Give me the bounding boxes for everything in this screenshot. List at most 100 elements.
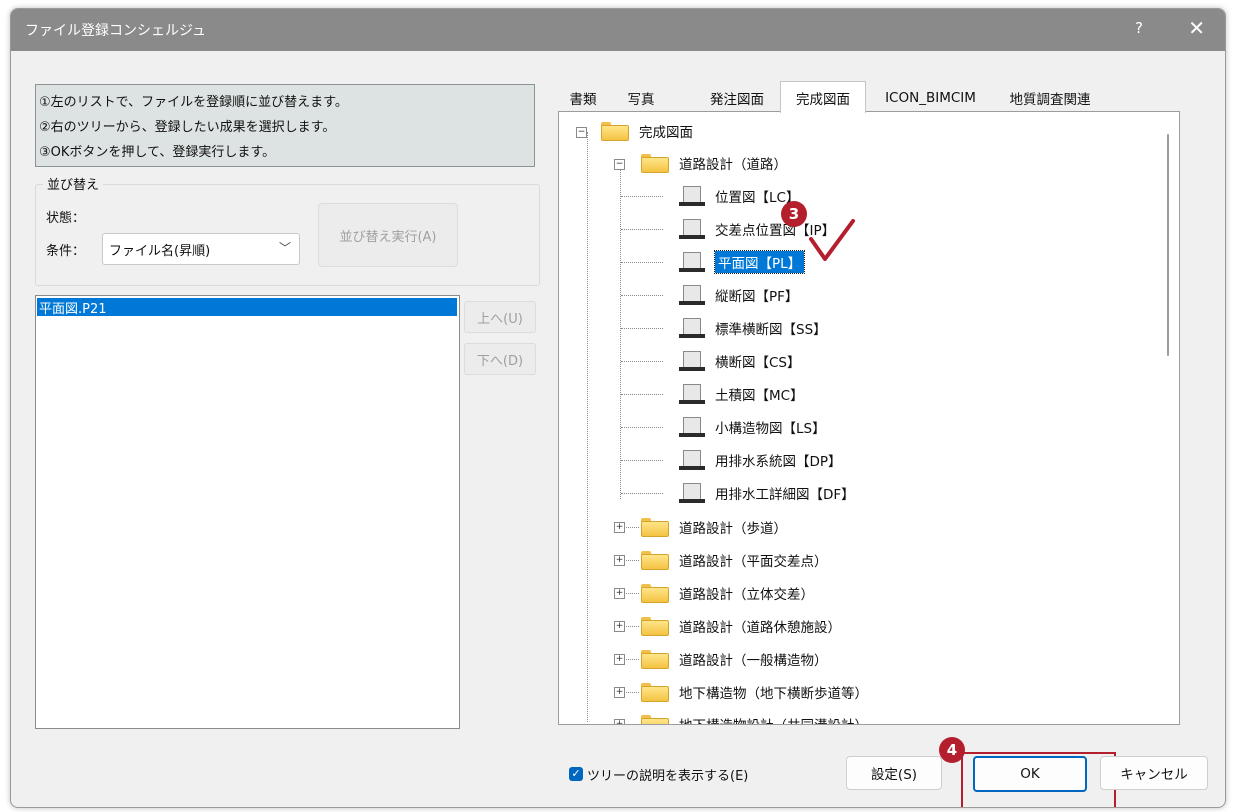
- tree-line: [587, 132, 588, 722]
- tree-node-folder[interactable]: 地下構造物（地下横断歩道等）: [639, 679, 868, 705]
- tree-node-label: 道路設計（道路休憩施設）: [679, 620, 841, 636]
- tree-node-folder[interactable]: 道路設計（歩道）: [639, 514, 787, 540]
- tree-line: [621, 361, 663, 362]
- tree-line: [621, 196, 663, 197]
- step-badge-4: 4: [939, 737, 965, 763]
- tree-node-label: 道路設計（平面交差点）: [679, 554, 828, 570]
- tree-node-folder[interactable]: 道路設計（一般構造物）: [639, 646, 828, 672]
- file-list[interactable]: 平面図.P21: [35, 295, 460, 729]
- tree-leaf[interactable]: 位置図【LC】: [677, 183, 799, 209]
- tree-leaf[interactable]: 縦断図【PF】: [677, 282, 798, 308]
- tree-line: [621, 229, 663, 230]
- drawing-icon: [677, 185, 707, 207]
- tree-node-folder[interactable]: 道路設計（立体交差）: [639, 580, 814, 606]
- tree-line: [621, 460, 663, 461]
- tab-documents[interactable]: 書類: [559, 85, 607, 111]
- show-description-checkbox[interactable]: ✓: [569, 767, 583, 781]
- drawing-icon: [677, 449, 707, 471]
- condition-select[interactable]: ファイル名(昇順) ﹀: [102, 233, 300, 265]
- folder-icon: [639, 649, 669, 669]
- tree-leaf-label: 標準横断図【SS】: [715, 322, 827, 338]
- drawing-icon: [677, 251, 707, 273]
- folder-icon: [599, 121, 629, 141]
- folder-icon: [639, 682, 669, 702]
- tree-line: [621, 262, 663, 263]
- ok-button[interactable]: OK: [973, 756, 1087, 792]
- expand-icon[interactable]: +: [614, 588, 625, 599]
- cancel-button[interactable]: キャンセル: [1100, 756, 1208, 790]
- instruction-3: ③OKボタンを押して、登録実行します。: [39, 145, 276, 160]
- expand-icon[interactable]: +: [614, 719, 625, 724]
- tree-leaf[interactable]: 用排水工詳細図【DF】: [677, 480, 855, 506]
- expand-icon[interactable]: +: [614, 621, 625, 632]
- tree-node-road-design[interactable]: 道路設計（道路）: [639, 150, 787, 176]
- tree-line: [621, 328, 663, 329]
- move-down-button[interactable]: 下へ(D): [464, 343, 536, 375]
- expand-icon[interactable]: +: [614, 687, 625, 698]
- sort-execute-button[interactable]: 並び替え実行(A): [318, 203, 458, 267]
- drawing-icon: [677, 416, 707, 438]
- tab-photos[interactable]: 写真: [617, 85, 665, 111]
- tree-panel: − 完成図面 − 道路設計（道路） 位置図【LC】 交差点位置図【IP】 平面図…: [558, 111, 1180, 725]
- tree-node-label: 地下構造物設計（共同溝設計）: [679, 714, 868, 724]
- tab-geological-survey[interactable]: 地質調査関連: [995, 85, 1105, 111]
- expand-icon[interactable]: +: [614, 555, 625, 566]
- tree-leaf-label: 土積図【MC】: [715, 388, 804, 404]
- tree-view[interactable]: − 完成図面 − 道路設計（道路） 位置図【LC】 交差点位置図【IP】 平面図…: [559, 112, 1159, 724]
- tree-leaf-label: 用排水工詳細図【DF】: [715, 487, 855, 503]
- tree-node-label: 道路設計（立体交差）: [679, 587, 814, 603]
- folder-icon: [639, 153, 669, 173]
- tree-line: [621, 427, 663, 428]
- expand-icon[interactable]: +: [614, 654, 625, 665]
- tab-icon-bimcim[interactable]: ICON_BIMCIM: [868, 85, 993, 111]
- tree-node-label: 道路設計（歩道）: [679, 521, 787, 537]
- collapse-icon[interactable]: −: [614, 159, 625, 170]
- instruction-1: ①左のリストで、ファイルを登録順に並び替えます。: [39, 95, 348, 110]
- condition-label: 条件：: [46, 244, 86, 259]
- dialog-window: ファイル登録コンシェルジュ ? ✕ ①左のリストで、ファイルを登録順に並び替えま…: [10, 8, 1226, 808]
- instructions-panel: ①左のリストで、ファイルを登録順に並び替えます。 ②右のツリーから、登録したい成…: [35, 84, 535, 167]
- move-up-button[interactable]: 上へ(U): [464, 301, 536, 333]
- tree-leaf-label: 平面図【PL】: [713, 250, 806, 274]
- tree-leaf[interactable]: 小構造物図【LS】: [677, 414, 826, 440]
- collapse-icon[interactable]: −: [576, 127, 587, 138]
- drawing-icon: [677, 350, 707, 372]
- settings-button[interactable]: 設定(S): [846, 756, 942, 790]
- folder-icon: [639, 583, 669, 603]
- tree-leaf-label: 縦断図【PF】: [715, 289, 799, 305]
- tree-node-label: 完成図面: [639, 125, 693, 141]
- tree-leaf[interactable]: 用排水系統図【DP】: [677, 447, 842, 473]
- check-mark-icon: [809, 219, 855, 261]
- tab-order-drawings[interactable]: 発注図面: [697, 85, 777, 111]
- tree-node-root[interactable]: 完成図面: [599, 118, 693, 144]
- status-label: 状態：: [46, 211, 86, 226]
- tree-node-label: 地下構造物（地下横断歩道等）: [679, 686, 868, 702]
- tree-leaf-label: 横断図【CS】: [715, 355, 801, 371]
- tree-line: [621, 295, 663, 296]
- tab-completed-drawings[interactable]: 完成図面: [780, 81, 866, 113]
- dialog-title: ファイル登録コンシェルジュ: [25, 23, 207, 39]
- instruction-2: ②右のツリーから、登録したい成果を選択します。: [39, 120, 336, 135]
- tree-line: [621, 394, 663, 395]
- tree-leaf[interactable]: 標準横断図【SS】: [677, 315, 827, 341]
- help-button[interactable]: ?: [1135, 19, 1143, 37]
- close-button[interactable]: ✕: [1188, 16, 1205, 40]
- expand-icon[interactable]: +: [614, 522, 625, 533]
- tree-node-folder[interactable]: 道路設計（平面交差点）: [639, 547, 828, 573]
- title-bar: ファイル登録コンシェルジュ ? ✕: [11, 9, 1225, 51]
- tree-scrollbar[interactable]: [1167, 134, 1169, 356]
- tree-leaf-selected[interactable]: 平面図【PL】: [677, 249, 806, 275]
- folder-icon: [639, 550, 669, 570]
- drawing-icon: [677, 284, 707, 306]
- folder-icon: [639, 517, 669, 537]
- tree-node-folder[interactable]: 道路設計（道路休憩施設）: [639, 613, 841, 639]
- tree-leaf[interactable]: 横断図【CS】: [677, 348, 801, 374]
- chevron-down-icon: ﹀: [278, 241, 291, 255]
- tree-node-label: 道路設計（一般構造物）: [679, 653, 828, 669]
- tree-leaf[interactable]: 土積図【MC】: [677, 381, 804, 407]
- tree-node-folder[interactable]: 地下構造物設計（共同溝設計）: [639, 711, 868, 724]
- drawing-icon: [677, 383, 707, 405]
- list-item[interactable]: 平面図.P21: [37, 298, 457, 317]
- show-description-label: ツリーの説明を表示する(E): [587, 769, 749, 784]
- tree-line: [621, 493, 663, 494]
